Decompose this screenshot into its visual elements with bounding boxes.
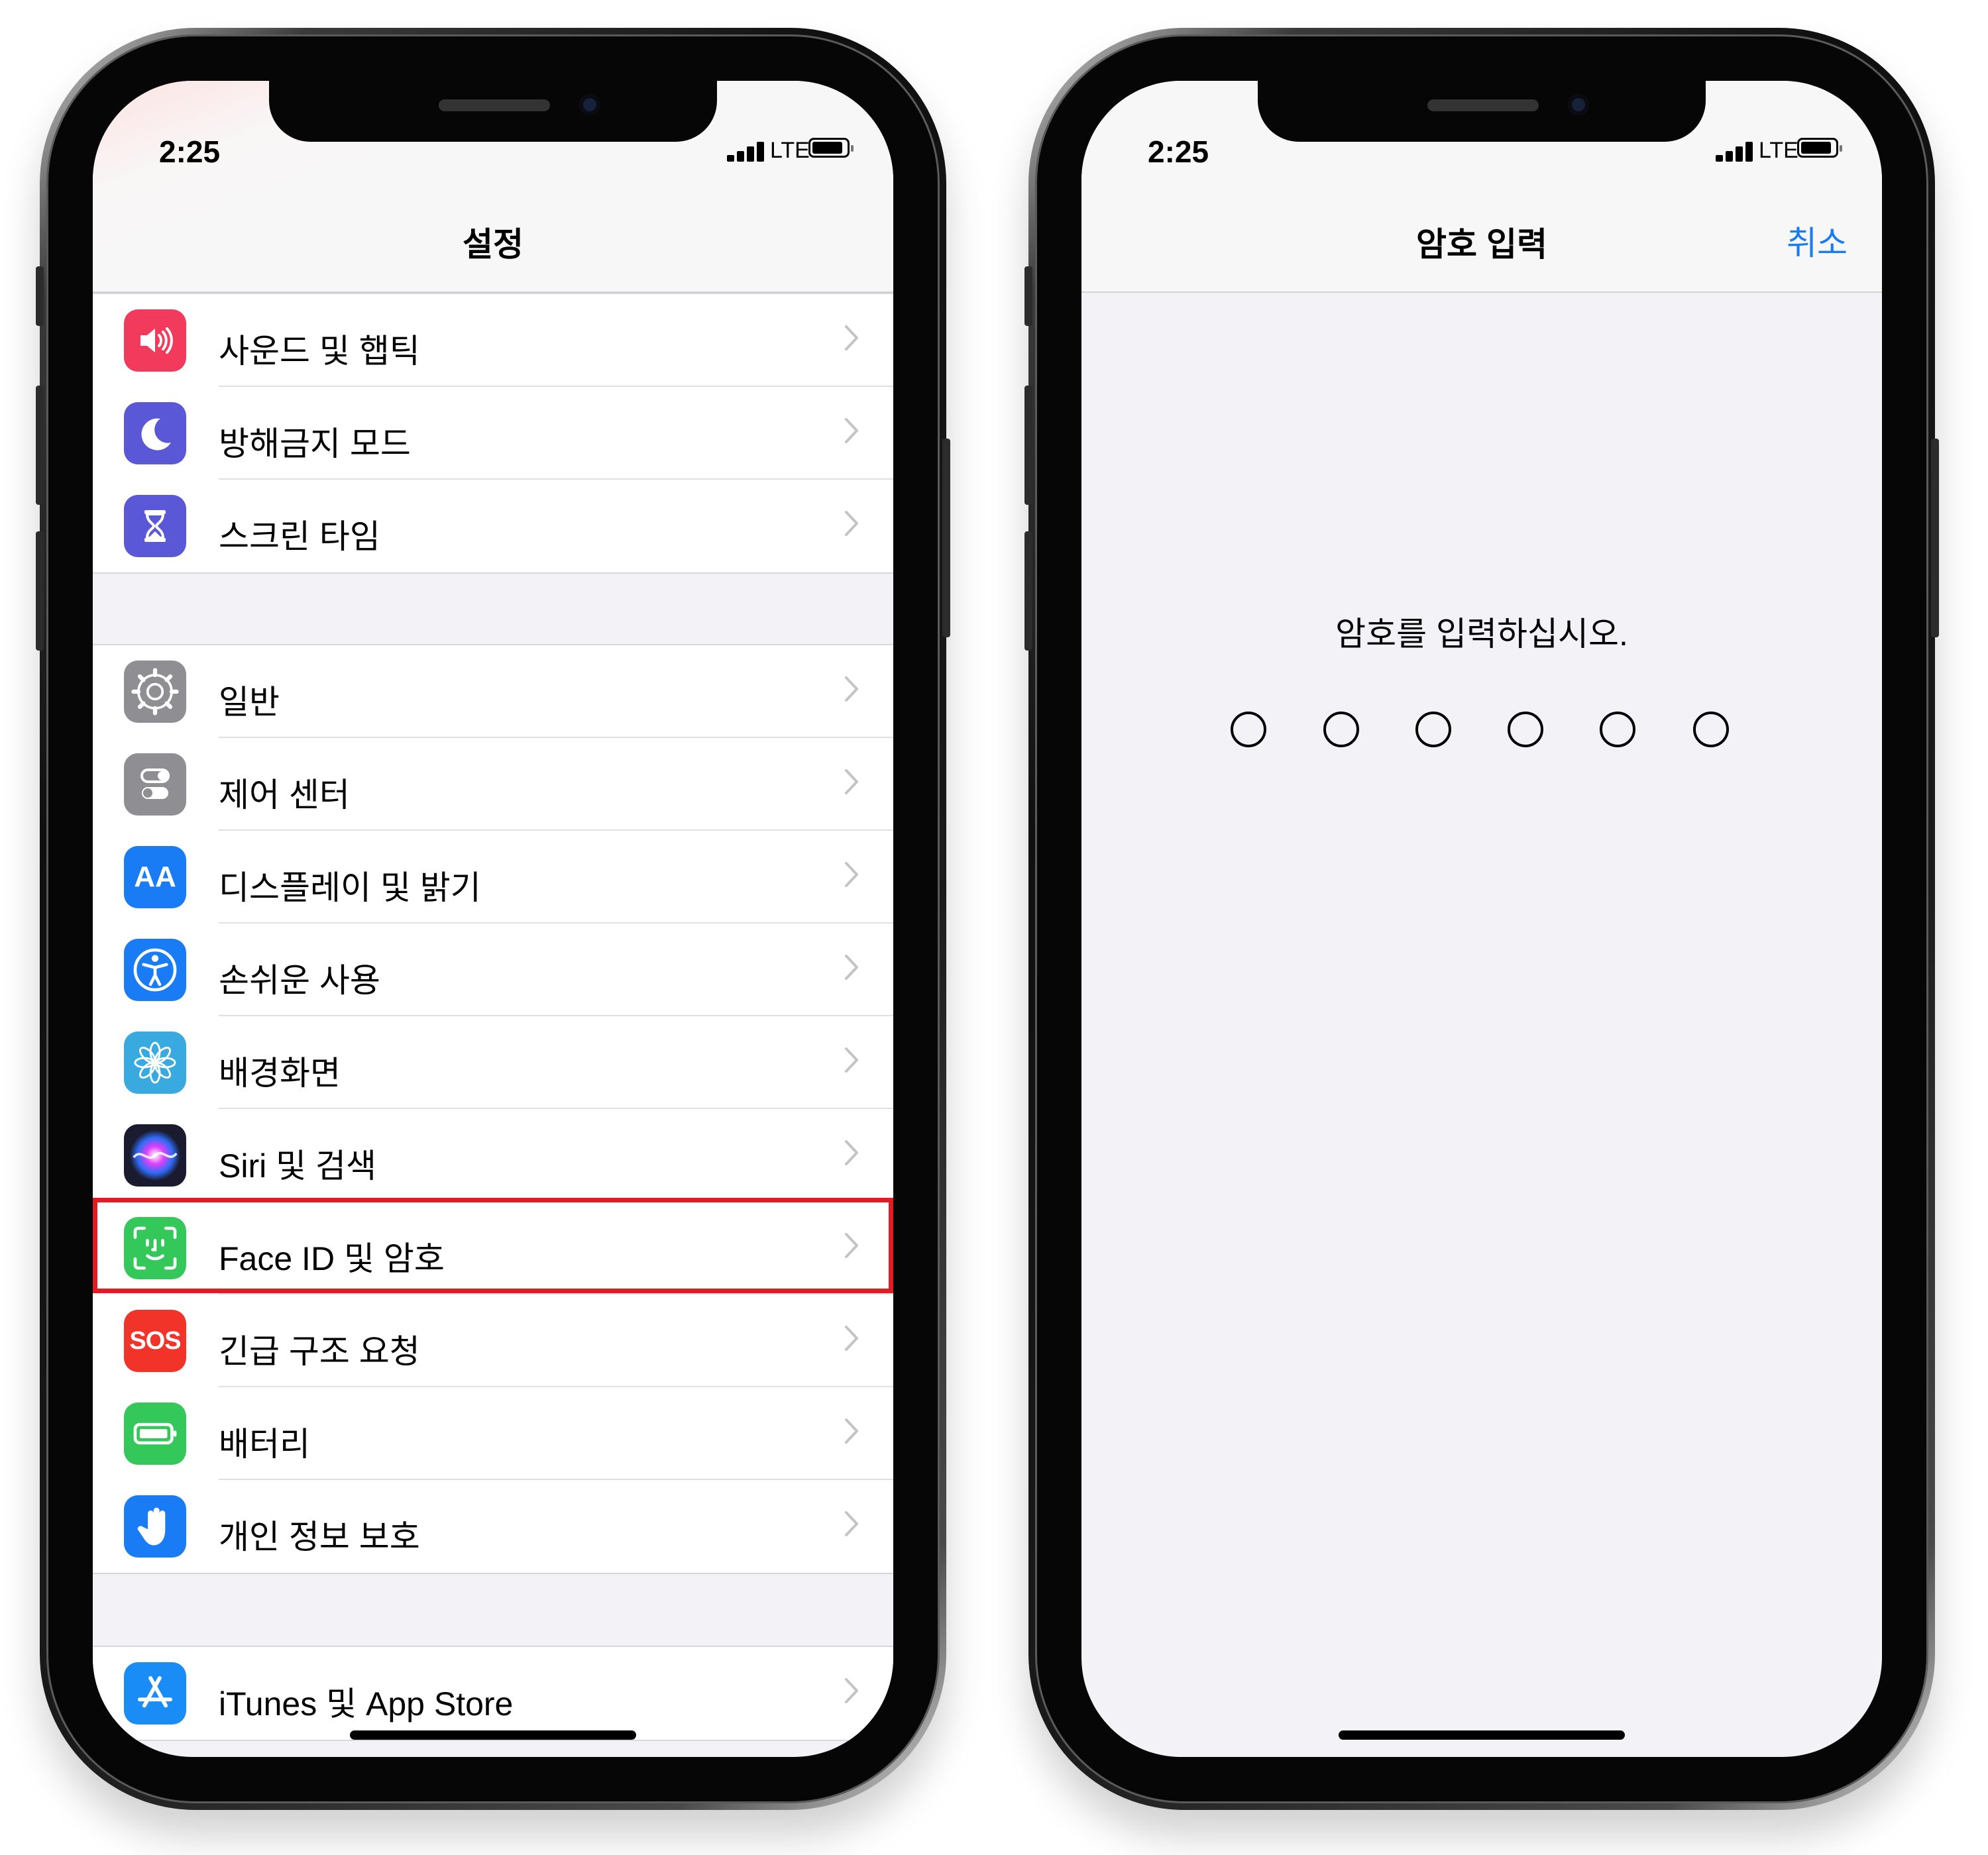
settings-row-text-size[interactable]: AA 디스플레이 및 밝기: [93, 831, 893, 924]
front-camera: [1568, 94, 1589, 115]
icon-glyph: SOS: [129, 1326, 181, 1355]
hourglass-icon: [124, 495, 186, 557]
settings-row-flower[interactable]: 배경화면: [93, 1016, 893, 1109]
passcode-screen: 2:25 LTE 암호 입력 취소 암호를 입력하십시오.: [1081, 81, 1882, 1757]
volume-down-button: [36, 531, 44, 651]
settings-row-label: 개인 정보 보호: [219, 1518, 420, 1556]
settings-row-accessibility[interactable]: 손쉬운 사용: [93, 924, 893, 1016]
battery-status-icon: [808, 138, 854, 158]
chevron-right-icon: [844, 417, 859, 444]
settings-row-battery[interactable]: 배터리: [93, 1387, 893, 1480]
earpiece-speaker: [439, 99, 550, 111]
network-type: LTE: [1759, 138, 1798, 163]
passcode-dot: [1508, 712, 1543, 747]
app-store-icon: [124, 1662, 186, 1724]
settings-row-label: 제어 센터: [219, 776, 350, 814]
settings-row-label: Siri 및 검색: [219, 1147, 376, 1185]
page-title: 설정: [463, 226, 524, 263]
passcode-prompt: 암호를 입력하십시오.: [1335, 615, 1628, 653]
chevron-right-icon: [844, 861, 859, 888]
settings-row-label: 배경화면: [219, 1055, 341, 1092]
settings-row-label: 디스플레이 및 밝기: [219, 869, 481, 906]
notch: [269, 81, 717, 142]
chevron-right-icon: [844, 510, 859, 537]
passcode-dot: [1231, 712, 1266, 747]
settings-row-label: 사운드 및 햅틱: [219, 333, 420, 370]
face-id-icon: [124, 1217, 186, 1279]
settings-group-1: 사운드 및 햅틱방해금지 모드스크린 타임: [93, 293, 893, 574]
settings-screen: 2:25 LTE 설정 사운드 및 햅틱방해금지 모드스크린 타임 일반제어 센…: [93, 81, 893, 1757]
settings-row-moon[interactable]: 방해금지 모드: [93, 387, 893, 480]
front-camera: [579, 94, 600, 115]
notch: [1258, 81, 1706, 142]
chevron-right-icon: [844, 768, 859, 795]
mute-switch: [1024, 266, 1032, 326]
home-indicator[interactable]: [1339, 1730, 1625, 1740]
earpiece-speaker: [1427, 99, 1539, 111]
hand-icon: [124, 1495, 186, 1558]
chevron-right-icon: [844, 1418, 859, 1444]
side-button: [942, 439, 950, 637]
chevron-right-icon: [844, 1510, 859, 1537]
side-button: [1931, 439, 1939, 637]
settings-row-speaker[interactable]: 사운드 및 햅틱: [93, 294, 893, 387]
cellular-signal-icon: [727, 140, 765, 162]
passcode-dot: [1415, 712, 1451, 747]
mute-switch: [36, 266, 44, 326]
settings-row-label: 방해금지 모드: [219, 425, 411, 462]
volume-down-button: [1024, 531, 1032, 651]
settings-row-sos[interactable]: SOS 긴급 구조 요청: [93, 1295, 893, 1387]
chevron-right-icon: [844, 1140, 859, 1166]
settings-row-label: 손쉬운 사용: [219, 962, 380, 999]
settings-group-3: iTunes 및 App Store: [93, 1646, 893, 1741]
page-title: 암호 입력: [1416, 226, 1547, 263]
settings-row-label: 일반: [219, 684, 280, 721]
chevron-right-icon: [844, 1325, 859, 1352]
chevron-right-icon: [844, 325, 859, 351]
settings-row-hand[interactable]: 개인 정보 보호: [93, 1480, 893, 1573]
settings-row-gear[interactable]: 일반: [93, 645, 893, 738]
settings-row-label: Face ID 및 암호: [219, 1240, 445, 1277]
settings-row-app-store[interactable]: iTunes 및 App Store: [93, 1647, 893, 1740]
siri-icon: [124, 1124, 186, 1187]
phone-frame-left: 2:25 LTE 설정 사운드 및 햅틱방해금지 모드스크린 타임 일반제어 센…: [36, 28, 950, 1810]
settings-group-2: 일반제어 센터 AA 디스플레이 및 밝기손쉬운 사용배경화면 Siri 및 검색 Fa…: [93, 644, 893, 1574]
chevron-right-icon: [844, 954, 859, 980]
passcode-dot: [1323, 712, 1359, 747]
flower-icon: [124, 1032, 186, 1094]
cellular-signal-icon: [1716, 140, 1754, 162]
settings-row-label: 배터리: [219, 1426, 310, 1463]
settings-row-face-id[interactable]: Face ID 및 암호: [93, 1202, 893, 1295]
chevron-right-icon: [844, 1047, 859, 1073]
chevron-right-icon: [844, 676, 859, 702]
sos-icon: SOS: [124, 1310, 186, 1372]
settings-row-label: 긴급 구조 요청: [219, 1333, 420, 1370]
status-time: 2:25: [1148, 134, 1209, 169]
accessibility-icon: [124, 939, 186, 1001]
chevron-right-icon: [844, 1232, 859, 1259]
settings-row-hourglass[interactable]: 스크린 타임: [93, 480, 893, 572]
settings-row-label: 스크린 타임: [219, 518, 380, 555]
status-time: 2:25: [159, 134, 221, 169]
settings-row-toggles[interactable]: 제어 센터: [93, 738, 893, 831]
chevron-right-icon: [844, 1677, 859, 1704]
speaker-icon: [124, 309, 186, 372]
battery-status-icon: [1797, 138, 1842, 158]
text-size-icon: AA: [124, 846, 186, 908]
battery-icon: [124, 1403, 186, 1465]
volume-up-button: [36, 386, 44, 505]
home-indicator[interactable]: [350, 1730, 636, 1740]
volume-up-button: [1024, 386, 1032, 505]
toggles-icon: [124, 753, 186, 816]
network-type: LTE: [770, 138, 810, 163]
passcode-dot: [1600, 712, 1635, 747]
cancel-button[interactable]: 취소: [1787, 217, 1848, 264]
phone-frame-right: 2:25 LTE 암호 입력 취소 암호를 입력하십시오.: [1024, 28, 1939, 1810]
passcode-dot: [1693, 712, 1729, 747]
gear-icon: [124, 661, 186, 723]
settings-row-label: iTunes 및 App Store: [219, 1685, 514, 1722]
icon-glyph: AA: [134, 861, 176, 893]
settings-row-siri[interactable]: Siri 및 검색: [93, 1109, 893, 1202]
moon-icon: [124, 402, 186, 464]
